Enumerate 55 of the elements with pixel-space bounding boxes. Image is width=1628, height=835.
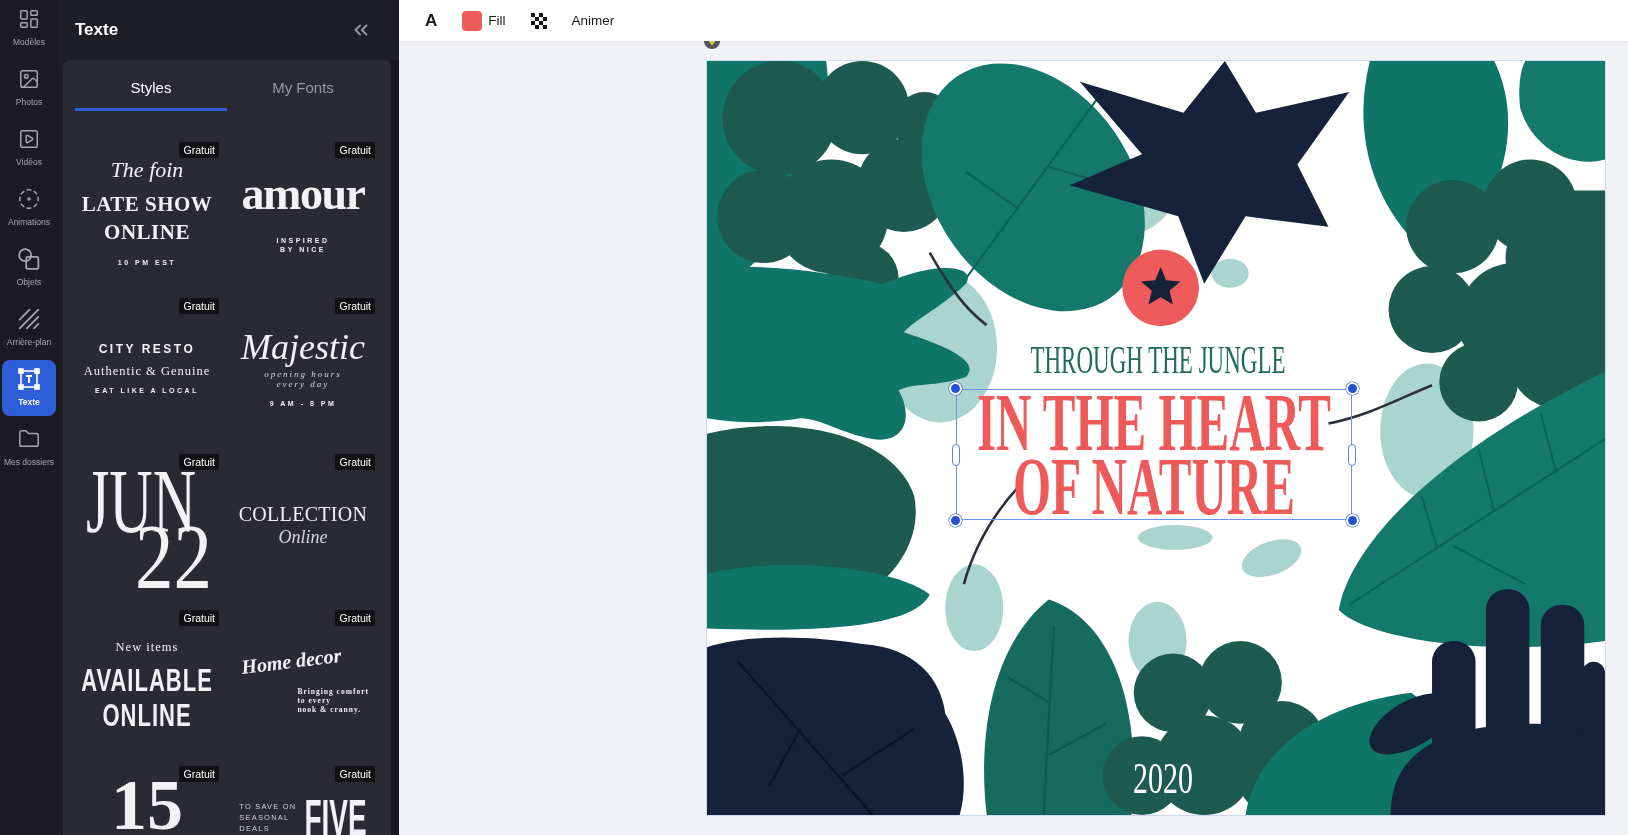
free-badge: Gratuit (179, 298, 219, 314)
text-style-preview[interactable]: opening hours every day (264, 369, 342, 390)
year-text: 2020 (1133, 755, 1193, 801)
free-badge: Gratuit (179, 766, 219, 782)
free-badge: Gratuit (335, 610, 375, 626)
free-badge: Gratuit (335, 454, 375, 470)
free-badge: Gratuit (335, 766, 375, 782)
scrollbar-track[interactable] (391, 60, 399, 835)
marker-icon[interactable] (704, 41, 720, 49)
font-button[interactable]: A (425, 10, 438, 31)
layout-grid-icon (18, 8, 40, 30)
shapes-icon (18, 248, 40, 270)
rail-item[interactable]: Texte (2, 360, 56, 416)
leaf-shadow (1241, 539, 1302, 577)
rail-item[interactable]: Objets (2, 240, 56, 296)
fill-button[interactable]: Fill (462, 10, 506, 31)
free-badge: Gratuit (179, 454, 219, 470)
text-style-preview[interactable]: The foin (110, 158, 184, 183)
rail-item[interactable]: Vidéos (2, 120, 56, 176)
resize-handle[interactable] (1348, 443, 1356, 466)
panel-title: Texte (75, 20, 119, 40)
text-style-preview[interactable]: COLLECTION (238, 502, 368, 526)
rail-item[interactable]: Modèles (2, 0, 56, 56)
free-badge: Gratuit (335, 298, 375, 314)
diagonal-stripes-icon (18, 308, 40, 330)
free-badge: Gratuit (335, 142, 375, 158)
folder-icon (18, 428, 40, 450)
free-badge: Gratuit (179, 142, 219, 158)
rail-item[interactable]: Mes dossiers (2, 420, 56, 476)
text-frame-icon (18, 368, 40, 390)
tab[interactable]: My Fonts (227, 60, 379, 111)
resize-handle[interactable] (952, 443, 960, 466)
rail-item[interactable]: Arrière-plan (2, 300, 56, 356)
image-icon (18, 68, 40, 90)
text-style-preview[interactable]: CITY RESTO (98, 342, 196, 357)
text-style-preview[interactable]: Authentic & Genuine (83, 364, 211, 379)
text-style-preview[interactable]: Home decor (239, 642, 343, 679)
text-style-preview[interactable]: Majestic (241, 329, 365, 366)
rail-item[interactable]: Animations (2, 180, 56, 236)
rail-item[interactable]: Photos (2, 60, 56, 116)
animate-button[interactable]: Animer (571, 13, 615, 28)
text-style-preview[interactable]: 15 (111, 779, 183, 831)
text-style-preview[interactable]: LATE SHOW ONLINE (81, 190, 213, 247)
play-square-icon (18, 128, 40, 150)
leaf-shadow (1211, 258, 1249, 288)
text-style-preview[interactable]: Online (278, 526, 328, 548)
text-style-preview[interactable]: FIVE (304, 793, 367, 835)
text-style-preview[interactable]: AVAILABLE ONLINE (81, 663, 213, 733)
tab[interactable]: Styles (75, 60, 227, 111)
checkerboard-icon[interactable] (530, 12, 547, 29)
free-badge: Gratuit (179, 610, 219, 626)
subtitle-text: THROUGH THE JUNGLE (1030, 340, 1286, 381)
dashed-circle-icon (18, 188, 40, 210)
text-style-preview[interactable]: amour (241, 171, 365, 216)
text-style-preview[interactable]: New items (115, 640, 179, 654)
